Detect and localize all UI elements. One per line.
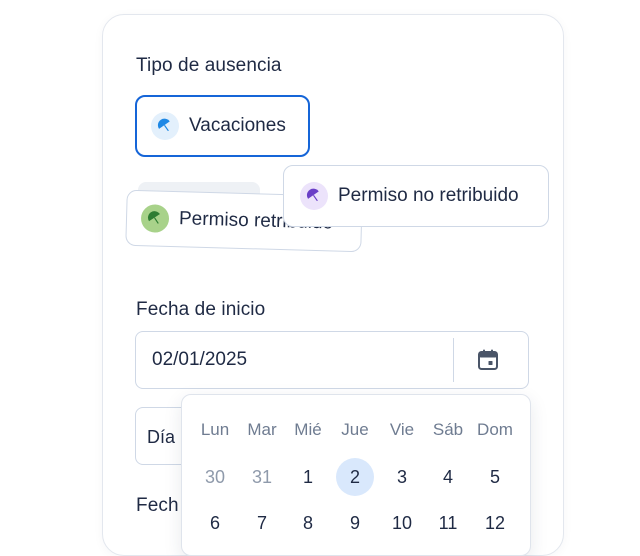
umbrella-icon	[151, 112, 179, 140]
weekday-label: Jue	[341, 420, 369, 439]
weekday-label: Vie	[389, 420, 415, 439]
day-field-placeholder: Día	[147, 427, 176, 447]
calendar-day[interactable]: 12	[476, 504, 514, 542]
calendar-day[interactable]: 31	[243, 458, 281, 496]
calendar-day[interactable]: 5	[476, 458, 514, 496]
start-date-value: 02/01/2025	[152, 349, 248, 370]
input-divider	[453, 338, 454, 382]
absence-option-permiso-no-retribuido[interactable]: Permiso no retribuido	[283, 165, 549, 227]
absence-option-label: Permiso no retribuido	[338, 185, 519, 206]
umbrella-icon	[140, 204, 170, 233]
calendar-day-selected[interactable]: 2	[336, 458, 374, 496]
calendar-day[interactable]: 6	[196, 504, 234, 542]
calendar-icon[interactable]	[472, 345, 504, 375]
umbrella-icon	[300, 182, 328, 210]
date-picker-popup: Lun Mar Mié Jue Vie Sáb Dom 30 31 1 2 3 …	[181, 394, 531, 556]
absence-type-label: Tipo de ausencia	[136, 55, 282, 76]
calendar-day[interactable]: 8	[289, 504, 327, 542]
calendar-day[interactable]: 3	[383, 458, 421, 496]
start-date-label: Fecha de inicio	[136, 299, 266, 320]
calendar-day[interactable]: 7	[243, 504, 281, 542]
start-date-input[interactable]: 02/01/2025	[135, 331, 529, 389]
weekday-label: Lun	[200, 420, 230, 439]
weekday-label: Mié	[294, 420, 322, 439]
weekday-label: Dom	[477, 420, 513, 439]
absence-option-label: Vacaciones	[189, 115, 286, 136]
calendar-day[interactable]: 11	[429, 504, 467, 542]
calendar-day[interactable]: 4	[429, 458, 467, 496]
calendar-day[interactable]: 10	[383, 504, 421, 542]
calendar-day[interactable]: 30	[196, 458, 234, 496]
end-date-label: Fech	[136, 495, 179, 516]
absence-option-vacaciones[interactable]: Vacaciones	[135, 95, 310, 157]
calendar-day[interactable]: 1	[289, 458, 327, 496]
calendar-day[interactable]: 9	[336, 504, 374, 542]
weekday-label: Sáb	[432, 420, 464, 439]
weekday-label: Mar	[247, 420, 277, 439]
